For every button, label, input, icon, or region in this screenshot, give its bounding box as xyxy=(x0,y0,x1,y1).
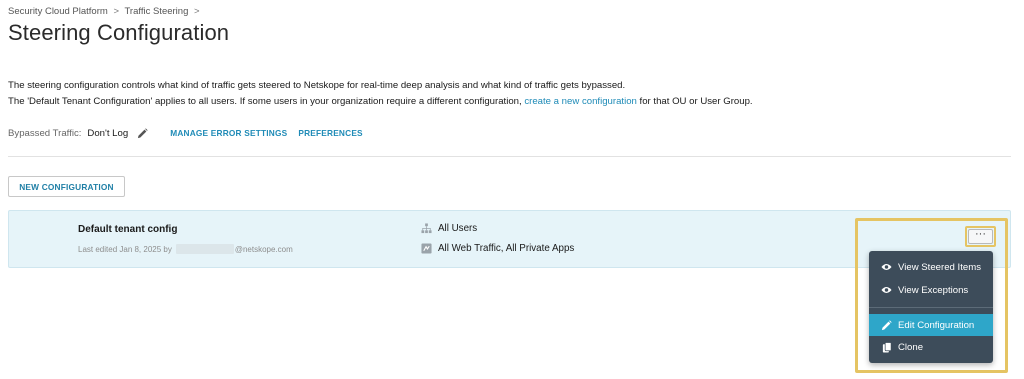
bypassed-traffic-row: Bypassed Traffic: Don't Log MANAGE ERROR… xyxy=(8,126,363,140)
config-traffic-label: All Web Traffic, All Private Apps xyxy=(438,243,575,254)
menu-item-view-exceptions[interactable]: View Exceptions xyxy=(869,279,993,301)
breadcrumb: Security Cloud Platform > Traffic Steeri… xyxy=(8,6,203,17)
divider xyxy=(8,156,1011,157)
config-traffic: All Web Traffic, All Private Apps xyxy=(421,243,574,254)
menu-item-label: Edit Configuration xyxy=(898,319,975,331)
preferences-link[interactable]: PREFERENCES xyxy=(298,128,362,138)
config-editor-domain: @netskope.com xyxy=(234,244,293,254)
pencil-icon xyxy=(137,127,148,138)
edit-bypassed-traffic-button[interactable] xyxy=(136,127,148,139)
breadcrumb-separator: > xyxy=(113,6,119,17)
config-users-label: All Users xyxy=(438,223,478,234)
menu-item-clone[interactable]: Clone xyxy=(869,336,993,358)
config-meta: Last edited Jan 8, 2025 by @netskope.com xyxy=(78,244,293,254)
pencil-icon xyxy=(881,319,892,331)
more-actions-button[interactable]: ··· xyxy=(968,228,993,244)
description-text: The 'Default Tenant Configuration' appli… xyxy=(8,96,525,107)
breadcrumb-item-traffic-steering[interactable]: Traffic Steering xyxy=(124,6,188,17)
create-new-configuration-link[interactable]: create a new configuration xyxy=(524,96,637,107)
menu-item-label: View Steered Items xyxy=(898,261,982,273)
org-tree-icon xyxy=(421,223,432,234)
menu-item-label: View Exceptions xyxy=(898,284,969,296)
menu-separator xyxy=(869,307,993,308)
new-configuration-button[interactable]: NEW CONFIGURATION xyxy=(8,176,125,197)
breadcrumb-separator: > xyxy=(194,6,200,17)
page-title: Steering Configuration xyxy=(8,20,230,45)
eye-icon xyxy=(881,262,892,273)
bypassed-traffic-label: Bypassed Traffic: xyxy=(8,127,82,139)
description-line-2: The 'Default Tenant Configuration' appli… xyxy=(8,96,753,107)
manage-error-settings-link[interactable]: MANAGE ERROR SETTINGS xyxy=(170,128,287,138)
config-name: Default tenant config xyxy=(78,224,178,235)
bypassed-traffic-value: Don't Log xyxy=(87,127,129,139)
traffic-icon xyxy=(421,243,432,254)
config-users: All Users xyxy=(421,223,477,234)
menu-item-view-steered-items[interactable]: View Steered Items xyxy=(869,256,993,278)
config-last-edited: Last edited Jan 8, 2025 by xyxy=(78,244,172,254)
description-line-1: The steering configuration controls what… xyxy=(8,80,626,91)
eye-icon xyxy=(881,285,892,296)
copy-icon xyxy=(881,341,892,353)
breadcrumb-item-security-cloud-platform[interactable]: Security Cloud Platform xyxy=(8,6,108,17)
config-actions-menu: View Steered Items View Exceptions Edit … xyxy=(869,251,993,363)
redacted-username xyxy=(175,244,234,254)
menu-item-label: Clone xyxy=(898,341,924,353)
description-text: for that OU or User Group. xyxy=(636,96,753,107)
menu-item-edit-configuration[interactable]: Edit Configuration xyxy=(869,314,993,336)
